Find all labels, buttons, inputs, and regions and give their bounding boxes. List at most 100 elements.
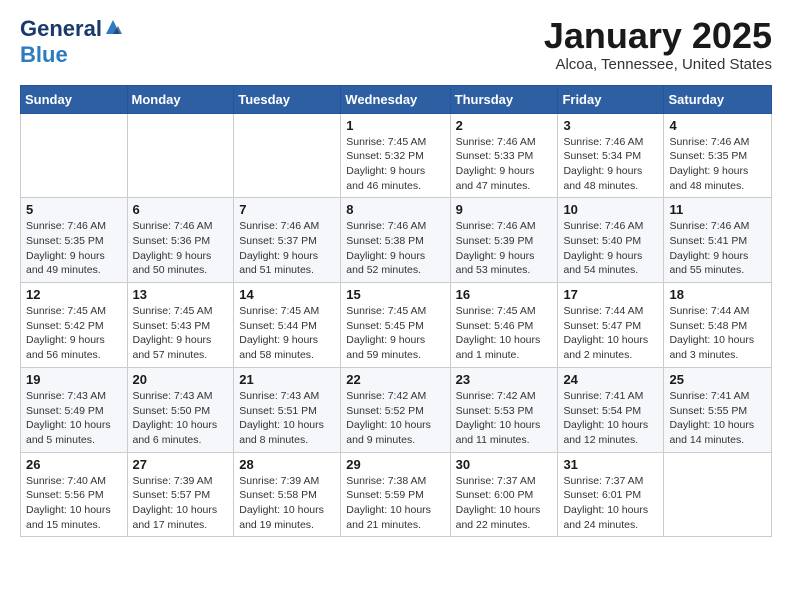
day-number: 3 <box>563 118 658 133</box>
day-cell: 23 Sunrise: 7:42 AM Sunset: 5:53 PM Dayli… <box>450 367 558 452</box>
weekday-header-tuesday: Tuesday <box>234 85 341 113</box>
day-cell: 25 Sunrise: 7:41 AM Sunset: 5:55 PM Dayli… <box>664 367 772 452</box>
header: General Blue January 2025 Alcoa, Tenness… <box>20 16 772 73</box>
day-info: Sunrise: 7:45 AM Sunset: 5:43 PM Dayligh… <box>133 304 229 363</box>
day-cell: 28Sunrise: 7:39 AM Sunset: 5:58 PM Dayli… <box>234 452 341 537</box>
day-info: Sunrise: 7:46 AM Sunset: 5:33 PM Dayligh… <box>456 135 553 194</box>
logo-general: General <box>20 16 102 42</box>
day-cell: 9 Sunrise: 7:46 AM Sunset: 5:39 PM Daylig… <box>450 198 558 283</box>
day-info: Sunrise: 7:37 AM Sunset: 6:01 PM Dayligh… <box>563 474 658 533</box>
day-cell: 18Sunrise: 7:44 AM Sunset: 5:48 PM Dayli… <box>664 283 772 368</box>
day-cell: 22Sunrise: 7:42 AM Sunset: 5:52 PM Dayli… <box>341 367 450 452</box>
day-info: Sunrise: 7:40 AM Sunset: 5:56 PM Dayligh… <box>26 474 122 533</box>
day-number: 11 <box>669 202 766 217</box>
day-info: Sunrise: 7:42 AM Sunset: 5:53 PM Dayligh… <box>456 389 553 448</box>
week-row-0: 1Sunrise: 7:45 AM Sunset: 5:32 PM Daylig… <box>21 113 772 198</box>
day-cell: 14Sunrise: 7:45 AM Sunset: 5:44 PM Dayli… <box>234 283 341 368</box>
day-cell: 29 Sunrise: 7:38 AM Sunset: 5:59 PM Dayli… <box>341 452 450 537</box>
day-cell <box>21 113 128 198</box>
day-info: Sunrise: 7:46 AM Sunset: 5:39 PM Dayligh… <box>456 219 553 278</box>
day-cell: 13 Sunrise: 7:45 AM Sunset: 5:43 PM Dayli… <box>127 283 234 368</box>
day-info: Sunrise: 7:41 AM Sunset: 5:54 PM Dayligh… <box>563 389 658 448</box>
weekday-header-thursday: Thursday <box>450 85 558 113</box>
day-info: Sunrise: 7:46 AM Sunset: 5:38 PM Dayligh… <box>346 219 444 278</box>
day-number: 6 <box>133 202 229 217</box>
day-number: 17 <box>563 287 658 302</box>
day-number: 9 <box>456 202 553 217</box>
day-number: 26 <box>26 457 122 472</box>
day-info: Sunrise: 7:37 AM Sunset: 6:00 PM Dayligh… <box>456 474 553 533</box>
day-info: Sunrise: 7:41 AM Sunset: 5:55 PM Dayligh… <box>669 389 766 448</box>
day-number: 23 <box>456 372 553 387</box>
day-info: Sunrise: 7:45 AM Sunset: 5:42 PM Dayligh… <box>26 304 122 363</box>
weekday-header-row: SundayMondayTuesdayWednesdayThursdayFrid… <box>21 85 772 113</box>
day-number: 28 <box>239 457 335 472</box>
day-info: Sunrise: 7:44 AM Sunset: 5:47 PM Dayligh… <box>563 304 658 363</box>
title-block: January 2025 Alcoa, Tennessee, United St… <box>544 16 772 73</box>
weekday-header-wednesday: Wednesday <box>341 85 450 113</box>
day-info: Sunrise: 7:46 AM Sunset: 5:35 PM Dayligh… <box>26 219 122 278</box>
day-number: 12 <box>26 287 122 302</box>
day-cell <box>234 113 341 198</box>
day-cell: 3 Sunrise: 7:46 AM Sunset: 5:34 PM Daylig… <box>558 113 664 198</box>
page: General Blue January 2025 Alcoa, Tenness… <box>0 0 792 553</box>
calendar-subtitle: Alcoa, Tennessee, United States <box>544 56 772 73</box>
day-info: Sunrise: 7:38 AM Sunset: 5:59 PM Dayligh… <box>346 474 444 533</box>
day-number: 16 <box>456 287 553 302</box>
day-number: 8 <box>346 202 444 217</box>
day-cell: 20Sunrise: 7:43 AM Sunset: 5:50 PM Dayli… <box>127 367 234 452</box>
day-cell: 16 Sunrise: 7:45 AM Sunset: 5:46 PM Dayli… <box>450 283 558 368</box>
day-info: Sunrise: 7:46 AM Sunset: 5:36 PM Dayligh… <box>133 219 229 278</box>
day-cell <box>127 113 234 198</box>
calendar-title: January 2025 <box>544 16 772 56</box>
day-number: 29 <box>346 457 444 472</box>
weekday-header-saturday: Saturday <box>664 85 772 113</box>
weekday-header-monday: Monday <box>127 85 234 113</box>
day-cell: 1Sunrise: 7:45 AM Sunset: 5:32 PM Daylig… <box>341 113 450 198</box>
day-info: Sunrise: 7:46 AM Sunset: 5:34 PM Dayligh… <box>563 135 658 194</box>
day-number: 14 <box>239 287 335 302</box>
day-info: Sunrise: 7:46 AM Sunset: 5:40 PM Dayligh… <box>563 219 658 278</box>
day-cell: 12 Sunrise: 7:45 AM Sunset: 5:42 PM Dayli… <box>21 283 128 368</box>
day-cell: 5 Sunrise: 7:46 AM Sunset: 5:35 PM Daylig… <box>21 198 128 283</box>
day-number: 27 <box>133 457 229 472</box>
day-info: Sunrise: 7:45 AM Sunset: 5:46 PM Dayligh… <box>456 304 553 363</box>
day-cell: 10 Sunrise: 7:46 AM Sunset: 5:40 PM Dayli… <box>558 198 664 283</box>
day-number: 31 <box>563 457 658 472</box>
day-number: 7 <box>239 202 335 217</box>
week-row-2: 12 Sunrise: 7:45 AM Sunset: 5:42 PM Dayli… <box>21 283 772 368</box>
day-number: 25 <box>669 372 766 387</box>
day-cell: 7Sunrise: 7:46 AM Sunset: 5:37 PM Daylig… <box>234 198 341 283</box>
day-cell: 27Sunrise: 7:39 AM Sunset: 5:57 PM Dayli… <box>127 452 234 537</box>
day-number: 19 <box>26 372 122 387</box>
day-info: Sunrise: 7:43 AM Sunset: 5:49 PM Dayligh… <box>26 389 122 448</box>
day-number: 30 <box>456 457 553 472</box>
day-cell: 8 Sunrise: 7:46 AM Sunset: 5:38 PM Daylig… <box>341 198 450 283</box>
day-info: Sunrise: 7:46 AM Sunset: 5:35 PM Dayligh… <box>669 135 766 194</box>
day-cell: 21Sunrise: 7:43 AM Sunset: 5:51 PM Dayli… <box>234 367 341 452</box>
day-number: 13 <box>133 287 229 302</box>
day-info: Sunrise: 7:45 AM Sunset: 5:45 PM Dayligh… <box>346 304 444 363</box>
day-number: 10 <box>563 202 658 217</box>
weekday-header-friday: Friday <box>558 85 664 113</box>
week-row-1: 5 Sunrise: 7:46 AM Sunset: 5:35 PM Daylig… <box>21 198 772 283</box>
day-cell: 31 Sunrise: 7:37 AM Sunset: 6:01 PM Dayli… <box>558 452 664 537</box>
day-cell: 6 Sunrise: 7:46 AM Sunset: 5:36 PM Daylig… <box>127 198 234 283</box>
day-number: 24 <box>563 372 658 387</box>
day-number: 15 <box>346 287 444 302</box>
day-info: Sunrise: 7:44 AM Sunset: 5:48 PM Dayligh… <box>669 304 766 363</box>
day-cell: 26 Sunrise: 7:40 AM Sunset: 5:56 PM Dayli… <box>21 452 128 537</box>
day-cell: 11 Sunrise: 7:46 AM Sunset: 5:41 PM Dayli… <box>664 198 772 283</box>
day-number: 5 <box>26 202 122 217</box>
day-info: Sunrise: 7:43 AM Sunset: 5:50 PM Dayligh… <box>133 389 229 448</box>
weekday-header-sunday: Sunday <box>21 85 128 113</box>
logo: General Blue <box>20 16 122 68</box>
week-row-3: 19 Sunrise: 7:43 AM Sunset: 5:49 PM Dayli… <box>21 367 772 452</box>
day-info: Sunrise: 7:46 AM Sunset: 5:41 PM Dayligh… <box>669 219 766 278</box>
logo-icon <box>104 18 122 36</box>
day-info: Sunrise: 7:45 AM Sunset: 5:32 PM Dayligh… <box>346 135 444 194</box>
day-number: 2 <box>456 118 553 133</box>
calendar-table: SundayMondayTuesdayWednesdayThursdayFrid… <box>20 85 772 538</box>
day-number: 4 <box>669 118 766 133</box>
day-info: Sunrise: 7:43 AM Sunset: 5:51 PM Dayligh… <box>239 389 335 448</box>
